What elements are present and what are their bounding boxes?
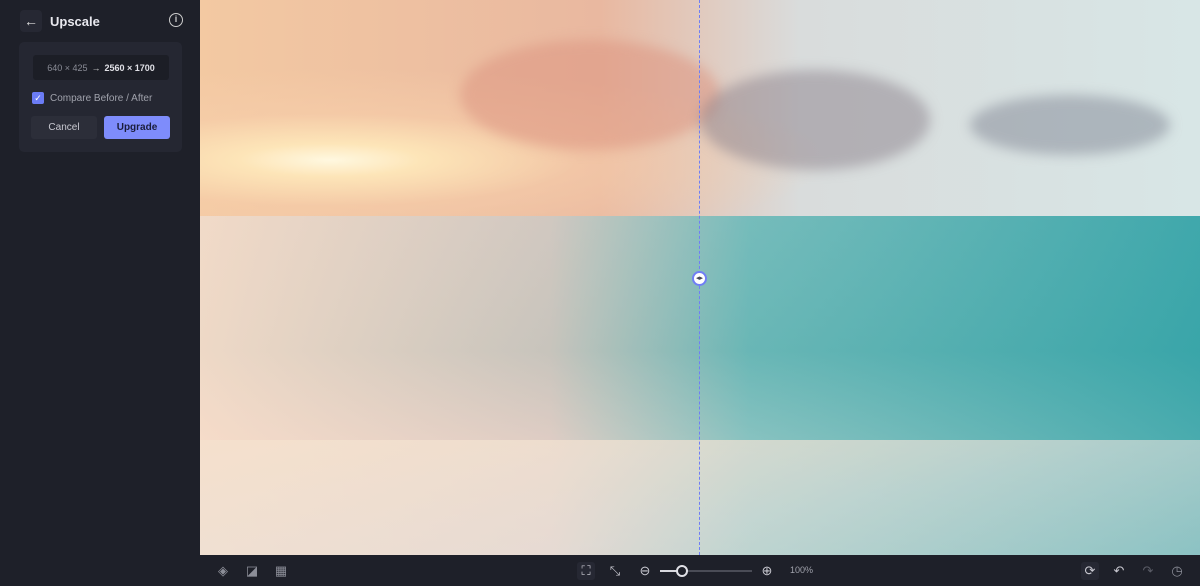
back-button[interactable]: ← bbox=[20, 10, 42, 32]
grid-icon[interactable]: ▦ bbox=[272, 562, 290, 580]
upscale-card: 640 × 425 → 2560 × 1700 ✓ Compare Before… bbox=[19, 42, 182, 152]
panel-title: Upscale bbox=[50, 13, 100, 29]
compare-split-icon[interactable]: ◪ bbox=[243, 562, 261, 580]
target-dimensions: 2560 × 1700 bbox=[104, 62, 155, 73]
upgrade-button[interactable]: Upgrade bbox=[104, 116, 170, 139]
compare-handle[interactable]: ◂▸ bbox=[692, 271, 707, 286]
compare-toggle[interactable]: ✓ Compare Before / After bbox=[32, 92, 152, 104]
collapse-icon[interactable]: ⤡ bbox=[606, 562, 624, 580]
image-compare-canvas[interactable]: ◂▸ bbox=[200, 0, 1200, 555]
zoom-slider[interactable] bbox=[660, 565, 752, 577]
compare-label: Compare Before / After bbox=[50, 92, 153, 104]
upscale-panel: ← Upscale i 640 × 425 → 2560 × 1700 ✓ Co… bbox=[0, 0, 200, 586]
layers-icon[interactable]: ◈ bbox=[214, 562, 232, 580]
arrow-right-icon: → bbox=[91, 62, 101, 73]
arrow-left-icon: ← bbox=[24, 13, 38, 29]
zoom-slider-knob[interactable] bbox=[676, 565, 689, 577]
zoom-in-icon[interactable]: ⊕ bbox=[758, 562, 776, 580]
refresh-icon[interactable]: ⟳ bbox=[1081, 562, 1099, 580]
zoom-level: 100% bbox=[790, 565, 814, 575]
compare-checkbox[interactable]: ✓ bbox=[32, 92, 44, 104]
undo-icon[interactable]: ↶ bbox=[1110, 562, 1128, 580]
history-icon[interactable]: ◷ bbox=[1168, 562, 1186, 580]
cancel-button[interactable]: Cancel bbox=[31, 116, 97, 139]
dimensions-display: 640 × 425 → 2560 × 1700 bbox=[33, 55, 169, 80]
source-dimensions: 640 × 425 bbox=[47, 62, 88, 73]
bottom-toolbar: ◈ ◪ ▦ ⛶ ⤡ ⊖ ⊕ 100% ⟳ ↶ ↷ ◷ bbox=[200, 555, 1200, 586]
zoom-out-icon[interactable]: ⊖ bbox=[636, 562, 654, 580]
image-shore bbox=[200, 440, 1200, 555]
info-icon[interactable]: i bbox=[169, 13, 183, 27]
fit-screen-icon[interactable]: ⛶ bbox=[577, 562, 595, 580]
redo-icon[interactable]: ↷ bbox=[1139, 562, 1157, 580]
